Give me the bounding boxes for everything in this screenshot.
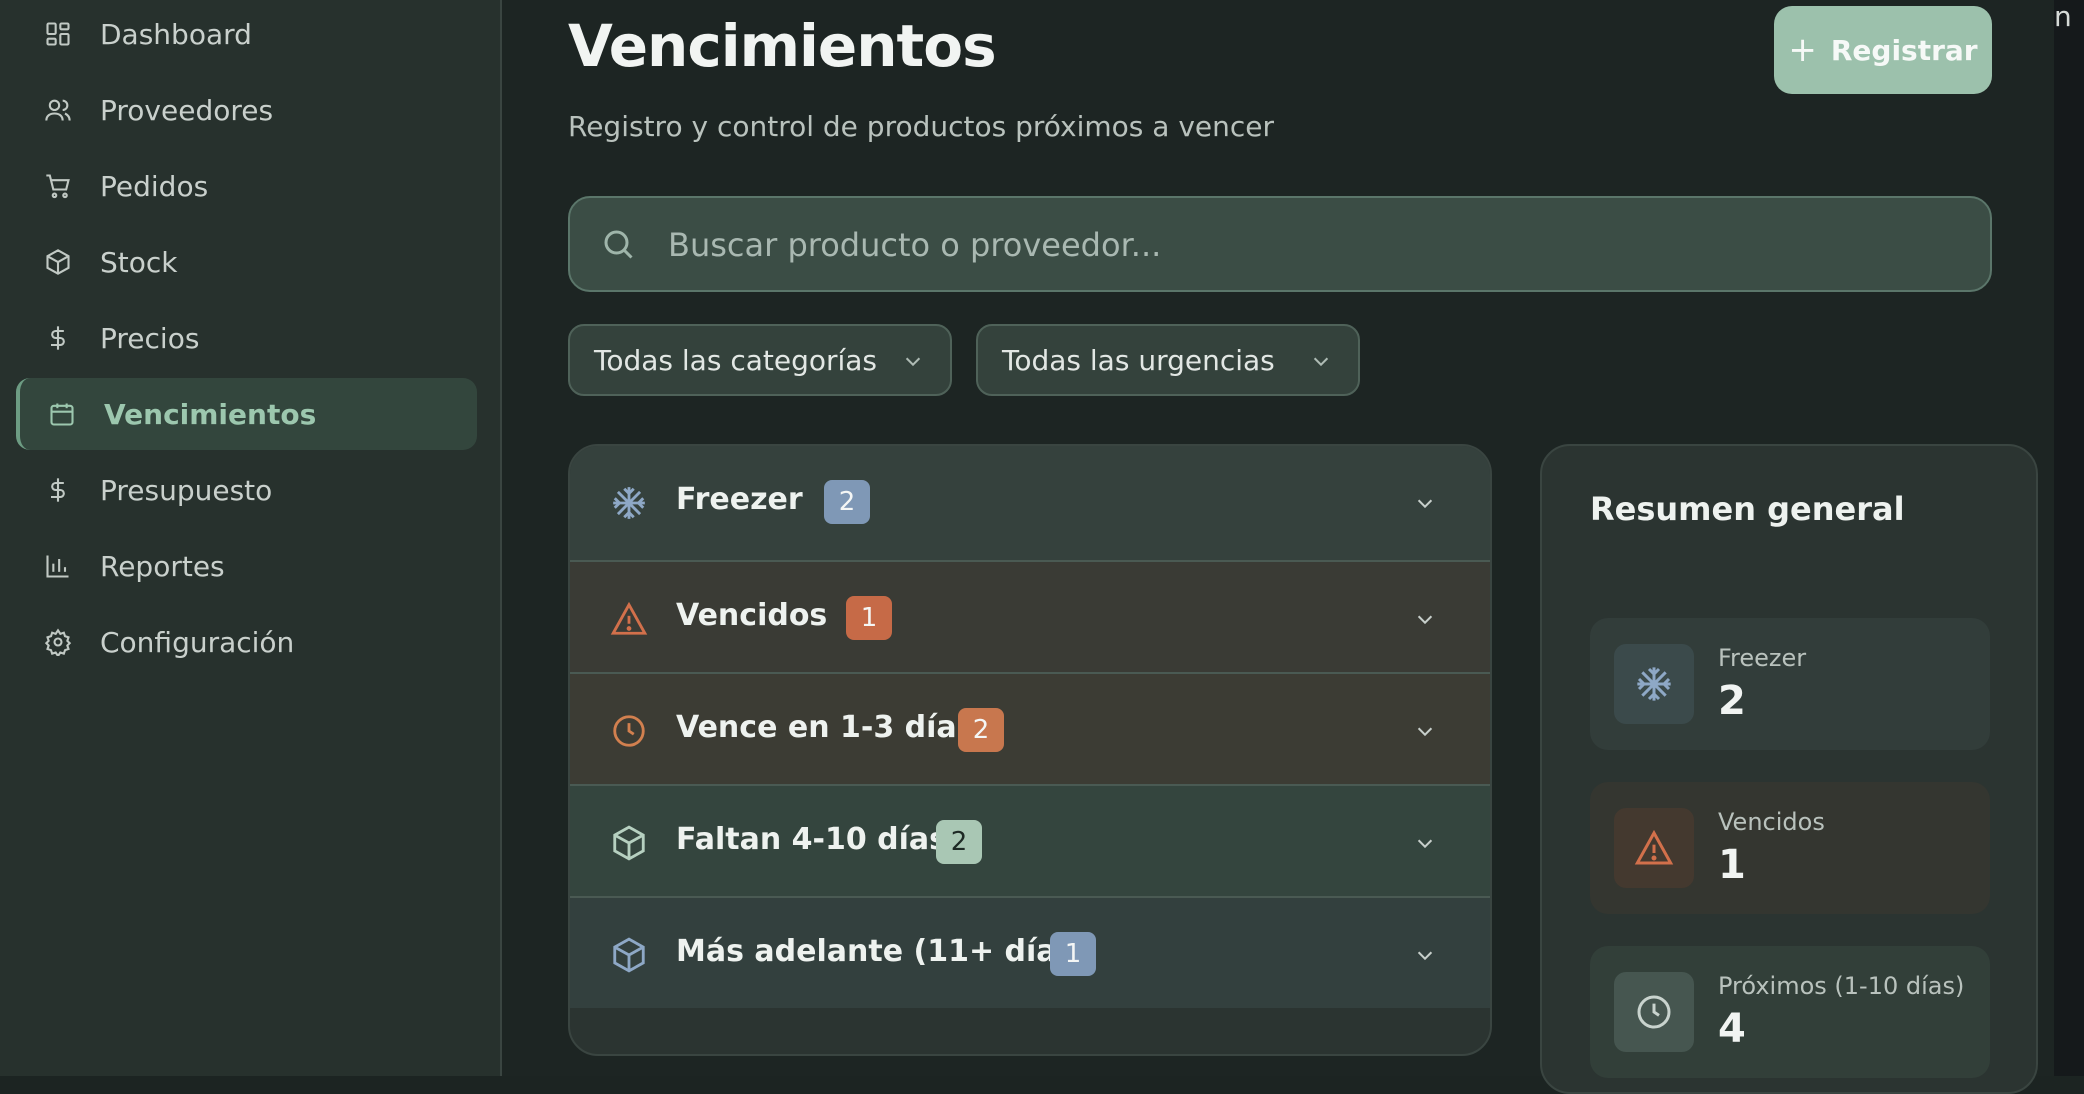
box-icon (46, 249, 70, 275)
count-badge: 1 (1050, 932, 1096, 976)
main-content: Vencimientos Registro y control de produ… (502, 0, 2054, 1094)
plus-icon: + (1788, 30, 1817, 70)
dollar-icon (51, 326, 65, 350)
sidebar-item-label: Proveedores (100, 93, 274, 127)
count-badge: 2 (936, 820, 982, 864)
stat-value: 1 (1718, 842, 1746, 888)
stat-vencidos: Vencidos 1 (1590, 782, 1990, 914)
chevron-down-icon (905, 357, 921, 367)
summary-title: Resumen general (1590, 490, 1905, 528)
sidebar-item-vencimientos[interactable]: Vencimientos (16, 378, 477, 450)
chevron-down-icon (1417, 839, 1433, 849)
warning-icon (1634, 829, 1674, 865)
sidebar: Dashboard Proveedores Pedidos Stock Prec… (0, 0, 502, 1076)
category-filter-value: Todas las categorías (594, 343, 878, 377)
clock-icon (613, 715, 645, 747)
chevron-down-icon (1417, 727, 1433, 737)
stat-value: 2 (1718, 678, 1746, 724)
expiration-groups-card: Freezer 2 Vencidos 1 Vence en 1-3 días 2… (568, 444, 1492, 1056)
group-label: Vence en 1-3 días (676, 710, 975, 745)
chevron-down-icon (1417, 499, 1433, 509)
sidebar-item-label: Vencimientos (104, 397, 317, 431)
group-vence-1-3-dias[interactable]: Vence en 1-3 días 2 (570, 672, 1490, 784)
page-title: Vencimientos (568, 12, 997, 80)
urgency-filter-select[interactable]: Todas las urgencias (976, 324, 1360, 396)
group-vencidos[interactable]: Vencidos 1 (570, 560, 1490, 672)
sidebar-item-proveedores[interactable]: Proveedores (16, 74, 477, 146)
sidebar-item-dashboard[interactable]: Dashboard (16, 0, 477, 70)
register-button[interactable]: + Registrar (1774, 6, 1992, 94)
search-icon (604, 230, 633, 259)
sidebar-item-label: Configuración (100, 625, 295, 659)
box-icon (613, 937, 645, 973)
group-mas-adelante[interactable]: Más adelante (11+ días) 1 (570, 896, 1490, 1008)
bar-chart-icon (46, 555, 69, 578)
stat-label: Próximos (1-10 días) (1718, 972, 1965, 1000)
snowflake-icon (1637, 667, 1671, 701)
box-icon (613, 825, 645, 861)
summary-card: Resumen general Freezer 2 Vencidos 1 Pró… (1540, 444, 2038, 1094)
page-subtitle: Registro y control de productos próximos… (568, 110, 1275, 143)
count-badge: 2 (824, 480, 870, 524)
chevron-down-icon (1313, 357, 1329, 367)
register-label: Registrar (1830, 33, 1978, 67)
snowflake-icon (613, 487, 645, 519)
warning-icon (610, 601, 648, 635)
group-freezer[interactable]: Freezer 2 (570, 446, 1490, 560)
sidebar-item-configuracion[interactable]: Configuración (16, 606, 477, 678)
edge-text: n (2054, 0, 2072, 33)
sidebar-item-pedidos[interactable]: Pedidos (16, 150, 477, 222)
sidebar-item-precios[interactable]: Precios (16, 302, 477, 374)
sidebar-item-label: Precios (100, 321, 200, 355)
adjacent-window-edge: n (2054, 0, 2084, 1076)
sidebar-item-presupuesto[interactable]: Presupuesto (16, 454, 477, 526)
stat-icon-box (1614, 644, 1694, 724)
stat-label: Freezer (1718, 644, 1807, 672)
sidebar-item-label: Dashboard (100, 17, 252, 51)
chevron-down-icon (1417, 615, 1433, 625)
group-label: Más adelante (11+ días) (676, 934, 1089, 969)
sidebar-item-label: Stock (100, 245, 178, 279)
sidebar-item-label: Reportes (100, 549, 225, 583)
category-filter-select[interactable]: Todas las categorías (568, 324, 952, 396)
sidebar-item-stock[interactable]: Stock (16, 226, 477, 298)
stat-freezer: Freezer 2 (1590, 618, 1990, 750)
count-badge: 1 (846, 596, 892, 640)
sidebar-item-label: Presupuesto (100, 473, 273, 507)
stat-proximos: Próximos (1-10 días) 4 (1590, 946, 1990, 1078)
sidebar-item-reportes[interactable]: Reportes (16, 530, 477, 602)
group-label: Faltan 4-10 días (676, 822, 948, 857)
dollar-icon (51, 478, 65, 502)
search-bar (568, 196, 1992, 292)
cart-icon (46, 174, 70, 199)
urgency-filter-value: Todas las urgencias (1002, 343, 1275, 377)
clock-icon (1637, 995, 1671, 1029)
gear-icon (44, 628, 72, 656)
users-icon (45, 99, 71, 121)
search-input[interactable] (666, 216, 1950, 274)
stat-label: Vencidos (1718, 808, 1825, 836)
calendar-icon (50, 403, 74, 426)
stat-value: 4 (1718, 1006, 1746, 1052)
group-label: Vencidos (676, 598, 828, 633)
group-label: Freezer (676, 482, 803, 517)
stat-icon-box (1614, 808, 1694, 888)
stat-icon-box (1614, 972, 1694, 1052)
chevron-down-icon (1417, 951, 1433, 961)
count-badge: 2 (958, 708, 1004, 752)
grid-icon (46, 22, 70, 46)
sidebar-item-label: Pedidos (100, 169, 209, 203)
group-faltan-4-10-dias[interactable]: Faltan 4-10 días 2 (570, 784, 1490, 896)
